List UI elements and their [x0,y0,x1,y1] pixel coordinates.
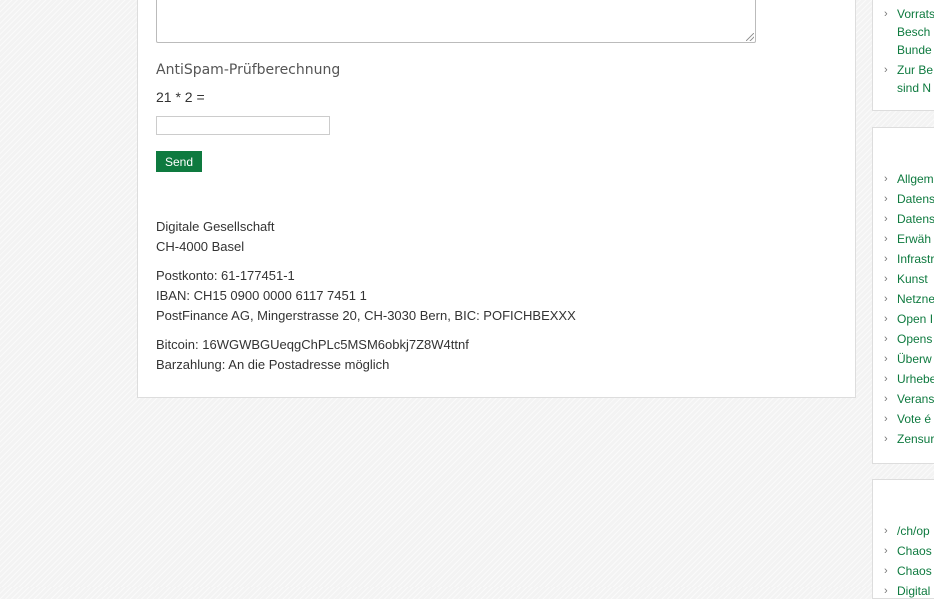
chevron-right-icon: › [884,433,888,445]
chevron-right-icon: › [884,293,888,305]
chevron-right-icon: › [884,173,888,185]
bank-details: Postkonto: 61-177451-1 IBAN: CH15 0900 0… [156,266,576,326]
chevron-right-icon: › [884,64,888,76]
main-content-panel: AntiSpam-Prüfberechnung 21 * 2 = Send Di… [137,0,856,398]
sidebar-category[interactable]: › Erwäh [873,230,934,250]
chevron-right-icon: › [884,393,888,405]
chevron-right-icon: › [884,333,888,345]
antispam-answer-input[interactable] [156,116,330,135]
antispam-title: AntiSpam-Prüfberechnung [156,62,341,78]
bank-address: PostFinance AG, Mingerstrasse 20, CH-303… [156,308,576,323]
sidebar-category[interactable]: › Netzne [873,290,934,310]
sidebar-link-zur-be[interactable]: › Zur Be sind N [873,61,934,97]
postkonto: Postkonto: 61-177451-1 [156,268,295,283]
chevron-right-icon: › [884,253,888,265]
sidebar-category[interactable]: › Infrastr [873,250,934,270]
sidebar-link[interactable]: ›/ch/op [873,522,934,542]
sidebar-category[interactable]: › Allgem [873,170,934,190]
chevron-right-icon: › [884,545,888,557]
sidebar-link[interactable]: › Digital [873,582,934,598]
chevron-right-icon: › [884,413,888,425]
chevron-right-icon: › [884,233,888,245]
chevron-right-icon: › [884,213,888,225]
sidebar-category[interactable]: › Datens [873,190,934,210]
message-textarea[interactable] [156,0,756,43]
sidebar-category[interactable]: › Zensur [873,430,934,450]
sidebar-box-categories: › Allgem › Datens › Datens › Erwäh › Infrastr… [872,127,934,464]
chevron-right-icon: › [884,193,888,205]
sidebar-link[interactable]: › Chaos [873,562,934,582]
chevron-right-icon: › [884,313,888,325]
chevron-right-icon: › [884,353,888,365]
org-city: CH-4000 Basel [156,239,245,254]
sidebar-category[interactable]: › Datens [873,210,934,230]
antispam-question: 21 * 2 = [156,89,205,105]
iban: IBAN: CH15 0900 0000 6117 7451 1 [156,288,367,303]
send-button[interactable]: Send [156,151,202,172]
org-address: Digitale Gesellschaft CH-4000 Basel [156,217,275,257]
org-name: Digitale Gesellschaft [156,219,275,234]
sidebar-category[interactable]: › Opens [873,330,934,350]
bitcoin-address: Bitcoin: 16WGWBGUeqgChPLc5MSM6obkj7Z8W4t… [156,337,469,352]
sidebar-category[interactable]: › Verans [873,390,934,410]
other-payment: Bitcoin: 16WGWBGUeqgChPLc5MSM6obkj7Z8W4t… [156,335,469,375]
resize-grip-icon[interactable] [746,33,754,41]
sidebar-category[interactable]: › Überw [873,350,934,370]
sidebar-category[interactable]: › Open I [873,310,934,330]
sidebar-category[interactable]: › Vote é [873,410,934,430]
sidebar-box-recent-posts: › Vorrats Besch Bunde › Zur Be sind N [872,0,934,111]
chevron-right-icon: › [884,565,888,577]
sidebar-category[interactable]: › Kunst [873,270,934,290]
chevron-right-icon: › [884,525,888,537]
sidebar-link[interactable]: › Chaos [873,542,934,562]
cash-payment: Barzahlung: An die Postadresse möglich [156,357,390,372]
chevron-right-icon: › [884,8,888,20]
sidebar-link-vorrats[interactable]: › Vorrats Besch Bunde [873,5,934,59]
chevron-right-icon: › [884,373,888,385]
chevron-right-icon: › [884,585,888,597]
sidebar-box-links: ›/ch/op › Chaos › Chaos › Digital [872,479,934,599]
sidebar-category[interactable]: › Urhebe [873,370,934,390]
chevron-right-icon: › [884,273,888,285]
